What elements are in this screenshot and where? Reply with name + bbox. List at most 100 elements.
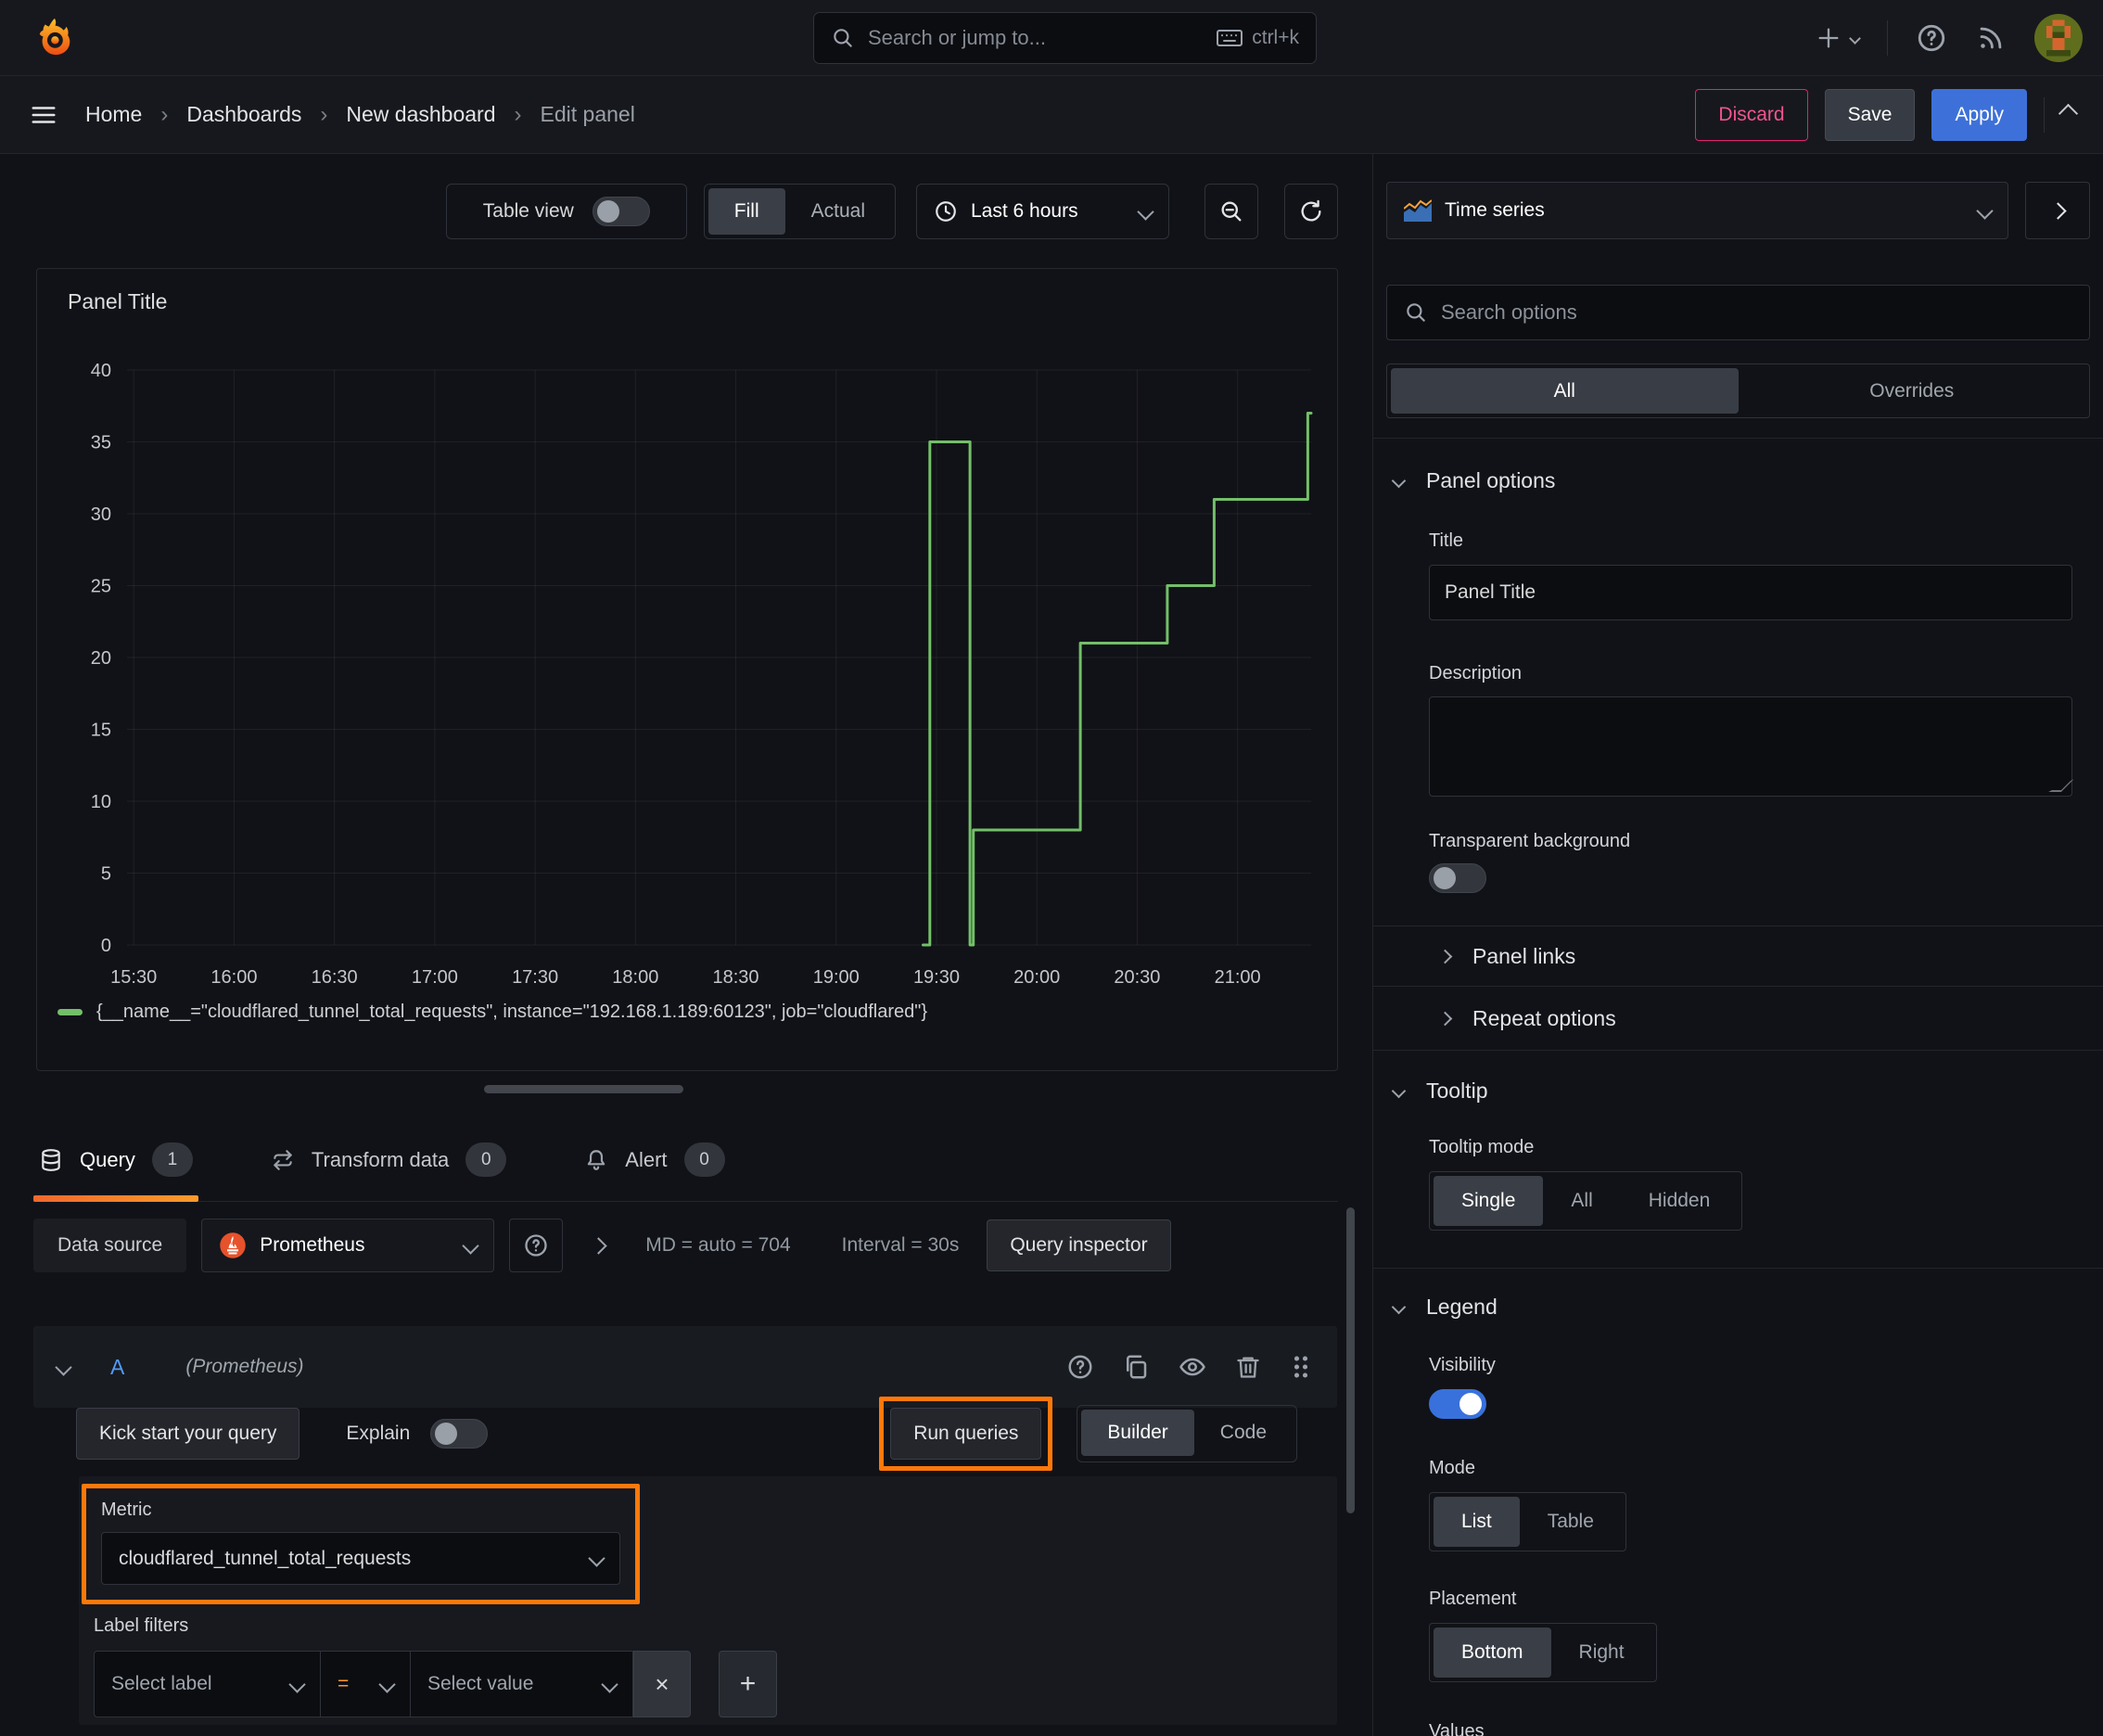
grafana-logo[interactable] [33, 17, 76, 59]
datasource-picker[interactable]: Prometheus [201, 1219, 495, 1272]
tab-all[interactable]: All [1391, 368, 1739, 414]
query-row-header[interactable]: A (Prometheus) [33, 1326, 1337, 1408]
interval: Interval = 30s [841, 1234, 960, 1256]
tooltip-all-option[interactable]: All [1543, 1176, 1620, 1226]
options-tabs: All Overrides [1386, 364, 2090, 418]
open-viz-list-button[interactable] [2025, 182, 2090, 239]
query-options-summary[interactable]: MD = auto = 704 Interval = 30s [645, 1234, 959, 1257]
discard-button[interactable]: Discard [1695, 88, 1808, 141]
placement-bottom-option[interactable]: Bottom [1434, 1628, 1551, 1678]
save-button[interactable]: Save [1824, 88, 1916, 141]
select-label-dropdown[interactable]: Select label [94, 1651, 321, 1717]
query-datasource-hint: (Prometheus) [185, 1356, 304, 1377]
options-search-input[interactable] [1441, 300, 2072, 325]
breadcrumb-new-dashboard[interactable]: New dashboard [346, 102, 495, 127]
datasource-help-button[interactable] [509, 1219, 564, 1272]
panel-options-section[interactable]: Panel options [1386, 468, 2090, 493]
mega-menu-button[interactable] [28, 101, 59, 129]
time-range-picker[interactable]: Last 6 hours [916, 184, 1169, 239]
editor-mode-segment: Builder Code [1077, 1405, 1297, 1462]
legend-visibility-toggle[interactable] [1429, 1389, 1486, 1419]
svg-text:18:30: 18:30 [713, 967, 759, 988]
time-series-icon [1404, 199, 1432, 222]
collapse-pane-button[interactable] [2058, 103, 2079, 126]
mode-table-option[interactable]: Table [1520, 1497, 1622, 1547]
hide-query-icon[interactable] [1178, 1353, 1207, 1381]
query-inspector-button[interactable]: Query inspector [987, 1219, 1171, 1271]
legend-mode-segment: List Table [1429, 1492, 1626, 1551]
new-menu-button[interactable] [1816, 25, 1861, 51]
metric-select[interactable]: cloudflared_tunnel_total_requests [101, 1532, 620, 1585]
query-controls-row: Kick start your query Explain Run querie… [33, 1397, 1337, 1471]
svg-text:17:00: 17:00 [412, 967, 458, 988]
select-value-dropdown[interactable]: Select value [411, 1651, 633, 1717]
expand-options-icon[interactable] [590, 1236, 607, 1255]
breadcrumb-dashboards[interactable]: Dashboards [186, 102, 301, 127]
help-button[interactable] [1916, 22, 1947, 54]
transparent-bg-toggle[interactable] [1429, 863, 1486, 893]
news-button[interactable] [1975, 22, 2007, 54]
operator-dropdown[interactable]: = [321, 1651, 411, 1717]
visibility-label: Visibility [1429, 1355, 1496, 1375]
apply-button[interactable]: Apply [1931, 88, 2027, 141]
title-field-wrap [1429, 565, 2072, 620]
label-filter-row: Select label = Select value × + [94, 1651, 777, 1717]
collapse-query-icon[interactable] [55, 1358, 72, 1376]
panel-links-section[interactable]: Panel links [1386, 926, 2090, 986]
panel-preview: Panel Title 0 5 10 15 20 25 30 35 40 15:30 16:00 16… [36, 268, 1338, 1071]
legend-series-label[interactable]: {__name__="cloudflared_tunnel_total_requ… [96, 1002, 927, 1023]
tab-overrides[interactable]: Overrides [1739, 368, 2086, 414]
tooltip-hidden-option[interactable]: Hidden [1621, 1176, 1739, 1226]
tooltip-section[interactable]: Tooltip [1386, 1079, 2090, 1104]
title-label: Title [1429, 530, 1464, 551]
explain-toggle[interactable] [430, 1419, 489, 1449]
fill-option[interactable]: Fill [707, 188, 785, 235]
breadcrumb-home[interactable]: Home [85, 102, 142, 127]
metric-label: Metric [101, 1500, 152, 1520]
query-help-icon[interactable] [1066, 1353, 1094, 1381]
zoom-out-button[interactable] [1204, 184, 1258, 239]
legend-section[interactable]: Legend [1386, 1295, 2090, 1320]
panel-title-input[interactable] [1445, 581, 2057, 604]
options-search[interactable] [1386, 285, 2090, 340]
tab-alert[interactable]: Alert 0 [579, 1118, 730, 1202]
tooltip-single-option[interactable]: Single [1434, 1176, 1544, 1226]
time-series-chart[interactable]: 0 5 10 15 20 25 30 35 40 15:30 16:00 16:30 17:00 17:3… [54, 354, 1333, 1003]
user-avatar[interactable] [2034, 14, 2083, 62]
tooltip-mode-segment: Single All Hidden [1429, 1171, 1743, 1231]
repeat-options-section[interactable]: Repeat options [1386, 987, 2090, 1050]
explain-label: Explain [346, 1423, 411, 1444]
delete-query-icon[interactable] [1235, 1353, 1261, 1381]
explain-control: Explain [346, 1419, 489, 1449]
add-filter-button[interactable]: + [719, 1651, 777, 1717]
bell-icon [588, 1149, 605, 1170]
table-view-toggle[interactable] [592, 197, 650, 226]
tooltip-mode-label: Tooltip mode [1429, 1137, 1535, 1157]
description-input[interactable] [1430, 697, 2071, 796]
kickstart-button[interactable]: Kick start your query [76, 1408, 300, 1460]
top-bar: ctrl+k [0, 0, 2103, 76]
panel-editor-toolbar: Table view Fill Actual Last 6 hours [0, 182, 1346, 241]
alert-count-badge: 0 [683, 1142, 725, 1177]
visualization-picker[interactable]: Time series [1386, 182, 2008, 239]
vertical-scrollbar[interactable] [1346, 1207, 1355, 1513]
horizontal-scrollbar[interactable] [484, 1085, 683, 1093]
refresh-button[interactable] [1284, 184, 1338, 239]
placement-right-option[interactable]: Right [1551, 1628, 1652, 1678]
tab-query[interactable]: Query 1 [33, 1118, 198, 1202]
duplicate-query-icon[interactable] [1122, 1353, 1150, 1381]
builder-option[interactable]: Builder [1081, 1410, 1194, 1456]
svg-text:19:00: 19:00 [813, 967, 860, 988]
panel-title[interactable]: Panel Title [68, 289, 167, 314]
mode-list-option[interactable]: List [1434, 1497, 1520, 1547]
drag-handle-icon[interactable] [1289, 1353, 1313, 1381]
actual-option[interactable]: Actual [785, 188, 891, 235]
breadcrumb-edit-panel: Edit panel [540, 102, 635, 126]
search-icon [1407, 303, 1425, 322]
tab-transform-data[interactable]: Transform data 0 [265, 1118, 512, 1202]
run-queries-button[interactable]: Run queries [890, 1408, 1042, 1460]
remove-filter-button[interactable]: × [633, 1651, 691, 1717]
search-input[interactable] [868, 26, 1204, 50]
code-option[interactable]: Code [1194, 1410, 1293, 1456]
global-search[interactable]: ctrl+k [813, 12, 1317, 64]
